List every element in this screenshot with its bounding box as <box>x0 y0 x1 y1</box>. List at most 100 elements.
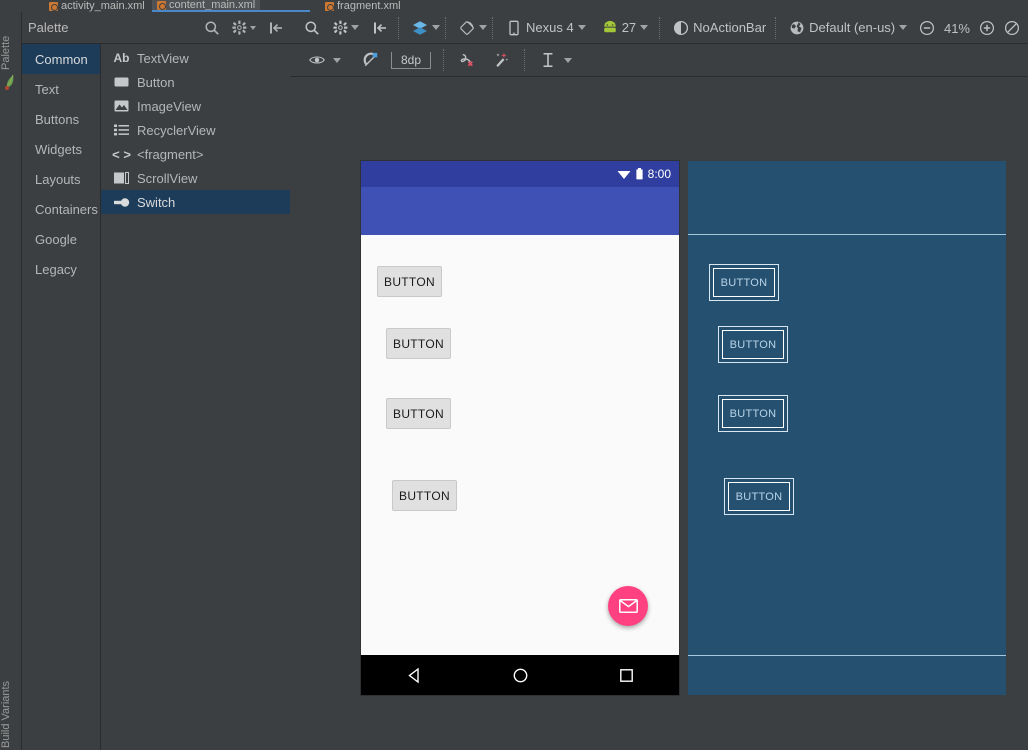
device-preview[interactable]: 8:00 BUTTON BUTTON BUTTON BUTTON <box>361 161 679 695</box>
palette-item-button[interactable]: Button <box>101 70 290 94</box>
palette-category-containers[interactable]: Containers <box>22 194 100 224</box>
preview-button[interactable]: BUTTON <box>377 266 442 297</box>
layout-editor: Nexus 4 27 NoActionBar Default (en-us) 4… <box>290 12 1028 750</box>
blueprint-navigation-bar <box>688 655 1006 695</box>
clear-constraints-icon <box>460 53 473 67</box>
android-icon <box>603 20 616 32</box>
design-toolbar: Nexus 4 27 NoActionBar Default (en-us) 4… <box>290 12 1028 44</box>
palette-category-widgets[interactable]: Widgets <box>22 134 100 164</box>
xml-file-icon <box>157 0 166 10</box>
design-surface[interactable]: 8:00 BUTTON BUTTON BUTTON BUTTON BUTTON … <box>290 77 1028 749</box>
editor-tab-strip[interactable]: activity_main.xml content_main.xml fragm… <box>0 0 1028 12</box>
magic-wand-icon <box>496 52 509 67</box>
autoconnect-button[interactable] <box>360 48 382 72</box>
view-options-button[interactable] <box>306 48 344 72</box>
blueprint-content[interactable]: BUTTON BUTTON BUTTON BUTTON <box>688 235 1006 655</box>
textview-icon: Ab <box>113 51 130 65</box>
square-recents-icon[interactable] <box>618 667 635 684</box>
imageview-icon <box>113 99 130 114</box>
editor-tab[interactable]: fragment.xml <box>320 0 406 12</box>
blueprint-preview[interactable]: BUTTON BUTTON BUTTON BUTTON <box>688 161 1006 695</box>
status-bar-time: 8:00 <box>647 167 671 181</box>
chevron-down-icon[interactable] <box>351 25 359 30</box>
theme-label: NoActionBar <box>693 20 767 35</box>
palette-category-buttons[interactable]: Buttons <box>22 104 100 134</box>
gear-icon[interactable] <box>333 20 349 36</box>
wifi-icon <box>617 170 631 179</box>
locale-selector[interactable]: Default (en-us) <box>786 16 910 40</box>
palette-item-fragment[interactable]: < > <fragment> <box>101 142 290 166</box>
zoom-in-icon[interactable] <box>979 20 995 36</box>
collapse-icon[interactable] <box>372 20 388 36</box>
toolbar-separator <box>659 16 661 39</box>
palette-header-actions <box>204 12 284 44</box>
circle-home-icon[interactable] <box>512 667 529 684</box>
palette-component-list: Ab TextView Button ImageView RecyclerVie… <box>101 44 290 750</box>
palette-item-imageview[interactable]: ImageView <box>101 94 290 118</box>
palette-item-switch[interactable]: Switch <box>101 190 290 214</box>
zoom-out-icon[interactable] <box>919 20 935 36</box>
default-margin-selector[interactable]: 8dp <box>391 51 431 69</box>
theme-selector[interactable]: NoActionBar <box>670 16 769 40</box>
infer-constraints-button[interactable] <box>490 48 512 72</box>
palette-item-textview[interactable]: Ab TextView <box>101 46 290 70</box>
search-icon[interactable] <box>204 20 220 36</box>
palette-item-recyclerview[interactable]: RecyclerView <box>101 118 290 142</box>
xml-file-icon <box>325 1 334 11</box>
blueprint-button[interactable]: BUTTON <box>718 395 788 432</box>
palette-category-layouts[interactable]: Layouts <box>22 164 100 194</box>
align-button[interactable] <box>537 48 575 72</box>
align-vertical-icon <box>543 52 553 68</box>
navigation-bar[interactable] <box>361 655 679 695</box>
toolbar-separator <box>775 16 777 39</box>
preview-button[interactable]: BUTTON <box>392 480 457 511</box>
button-icon <box>113 75 130 90</box>
toolbar-separator <box>492 16 493 39</box>
gear-icon[interactable] <box>232 20 248 36</box>
preview-button[interactable]: BUTTON <box>386 328 451 359</box>
triangle-back-icon[interactable] <box>406 667 423 684</box>
palette-category-google[interactable]: Google <box>22 224 100 254</box>
eye-icon <box>309 56 325 64</box>
blueprint-button[interactable]: BUTTON <box>724 478 794 515</box>
editor-tab-label: fragment.xml <box>337 0 401 12</box>
blueprint-button[interactable]: BUTTON <box>718 326 788 363</box>
palette-category-legacy[interactable]: Legacy <box>22 254 100 284</box>
design-mode-selector[interactable] <box>409 16 443 40</box>
fragment-icon: < > <box>112 146 131 162</box>
chevron-down-icon[interactable] <box>250 26 256 30</box>
editor-tab[interactable]: activity_main.xml <box>44 0 150 12</box>
palette-header: Palette <box>22 12 290 44</box>
palette-item-scrollview[interactable]: ScrollView <box>101 166 290 190</box>
palette-category-common[interactable]: Common <box>22 44 100 74</box>
palette-category-text[interactable]: Text <box>22 74 100 104</box>
xml-file-icon <box>49 1 58 11</box>
search-icon[interactable] <box>304 20 320 36</box>
clear-constraints-button[interactable] <box>456 48 478 72</box>
toolbar-separator <box>524 49 525 71</box>
api-level-selector[interactable]: 27 <box>599 16 651 40</box>
preview-content[interactable]: BUTTON BUTTON BUTTON BUTTON <box>361 235 679 655</box>
collapse-icon[interactable] <box>268 20 284 36</box>
chevron-down-icon <box>564 57 572 63</box>
tool-window-button-palette[interactable]: Palette <box>0 14 22 70</box>
zoom-fit-icon[interactable] <box>1004 20 1020 36</box>
rotate-icon <box>460 20 474 35</box>
theme-icon <box>674 20 689 35</box>
resource-manager-icon[interactable] <box>4 74 17 90</box>
left-tool-window-strip[interactable]: Palette Build Variants <box>0 12 22 750</box>
orientation-selector[interactable] <box>456 16 490 40</box>
palette-body: Common Text Buttons Widgets Layouts Cont… <box>22 44 290 750</box>
editor-actions-group <box>296 20 396 36</box>
device-selector[interactable]: Nexus 4 <box>503 16 589 40</box>
floating-action-button[interactable] <box>608 586 648 626</box>
chevron-down-icon <box>899 25 908 30</box>
email-icon <box>618 599 638 613</box>
chevron-down-icon <box>479 25 487 30</box>
switch-icon <box>113 195 130 210</box>
preview-button[interactable]: BUTTON <box>386 398 451 429</box>
constraint-toolbar: 8dp <box>290 44 1028 77</box>
tool-window-button-build-variants[interactable]: Build Variants <box>0 681 22 748</box>
chevron-down-icon <box>577 25 586 30</box>
blueprint-button[interactable]: BUTTON <box>709 264 779 301</box>
